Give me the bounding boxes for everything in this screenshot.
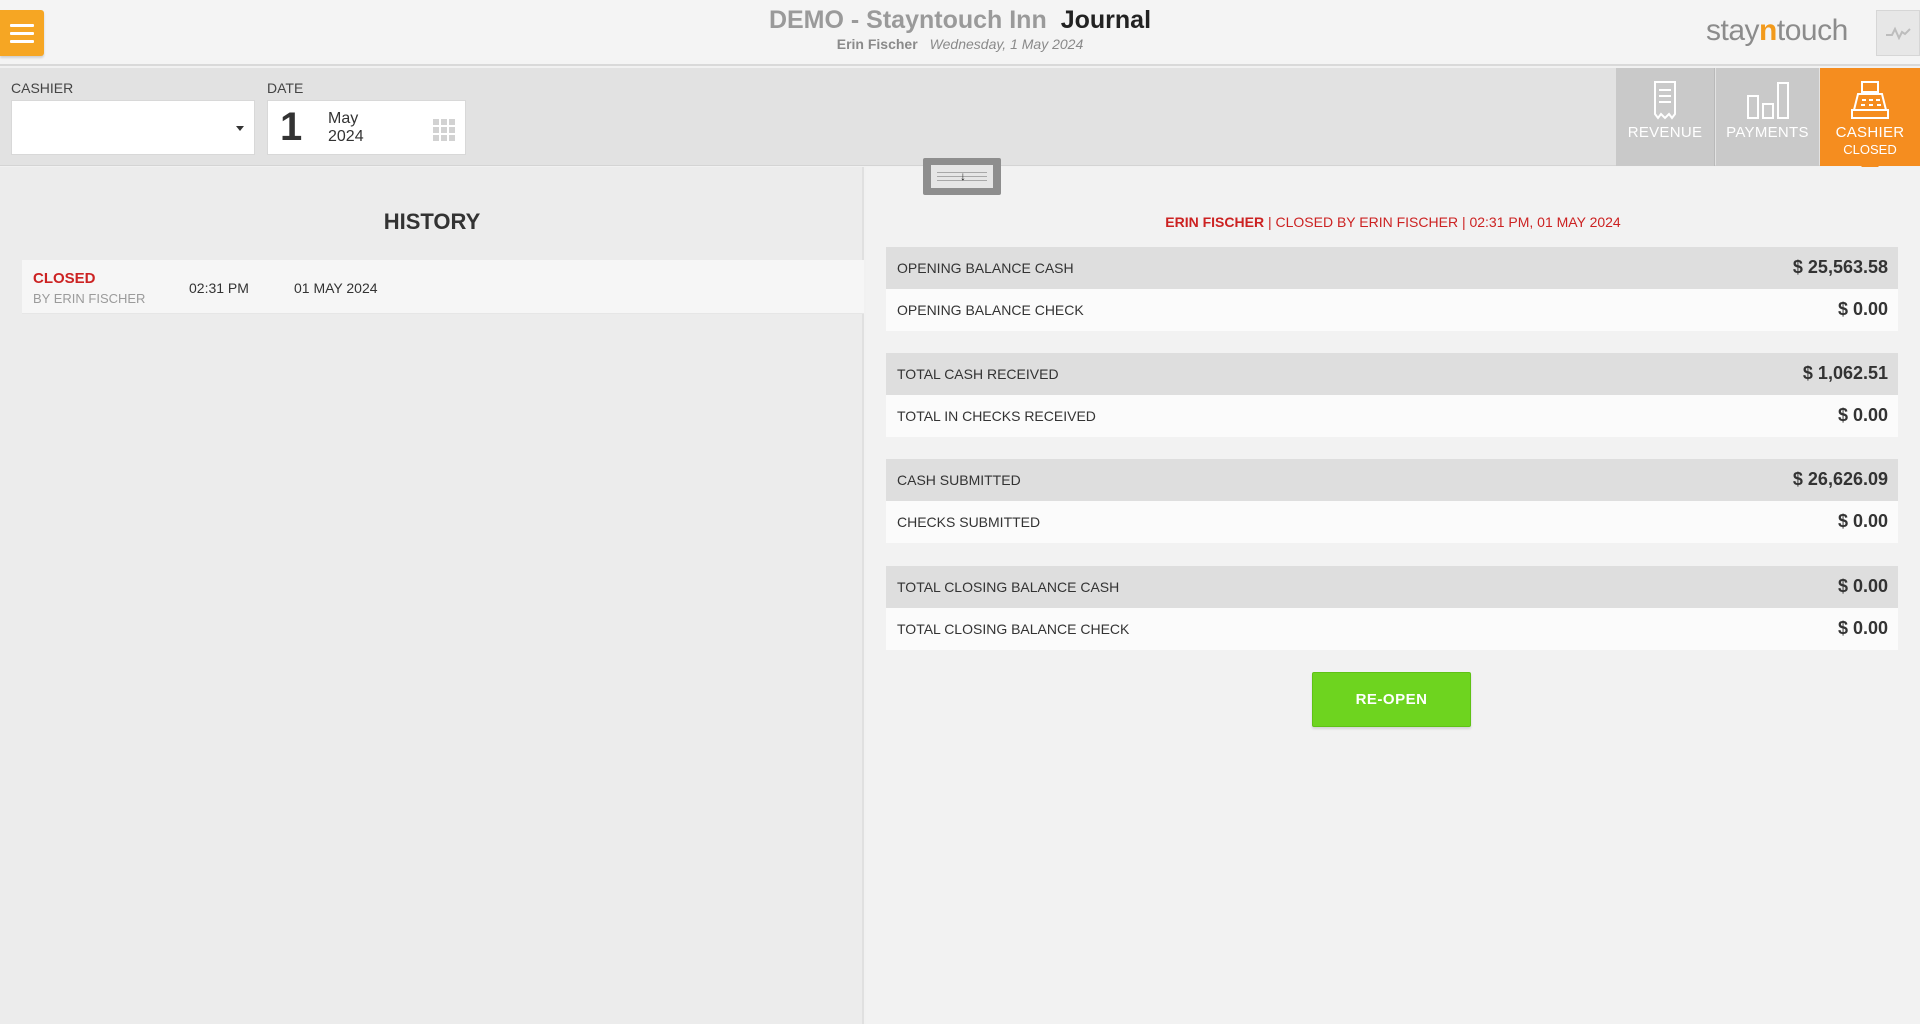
balance-label: TOTAL CLOSING BALANCE CHECK (897, 621, 1130, 637)
balance-label: CHECKS SUBMITTED (897, 514, 1041, 530)
balance-row-checks-submitted: CHECKS SUBMITTED $ 0.00 (886, 501, 1898, 543)
toolbar: CASHIER DATE 1 May 2024 REVENUE PAYMENTS… (0, 68, 1920, 166)
balance-row-cash-submitted: CASH SUBMITTED $ 26,626.09 (886, 459, 1898, 501)
activity-button[interactable] (1876, 10, 1920, 56)
panel-toggle-handle[interactable]: ↓ (923, 158, 1001, 195)
receipt-icon (1654, 81, 1676, 120)
balance-value: $ 0.00 (1837, 299, 1888, 319)
pulse-icon (1886, 26, 1911, 40)
balance-label: TOTAL CLOSING BALANCE CASH (897, 579, 1120, 595)
calendar-grid-icon (433, 119, 455, 141)
drag-handle-icon: ↓ (931, 165, 993, 188)
tab-cashier-label: CASHIER (1835, 124, 1905, 141)
balance-label: TOTAL IN CHECKS RECEIVED (897, 408, 1096, 424)
balance-value: $ 0.00 (1837, 405, 1888, 425)
cash-register-icon (1851, 81, 1889, 119)
balance-row-closing-check: TOTAL CLOSING BALANCE CHECK $ 0.00 (886, 608, 1898, 650)
balance-value: $ 25,563.58 (1792, 257, 1888, 277)
cashier-select[interactable] (11, 100, 255, 155)
hotel-name: DEMO - Stayntouch Inn (768, 6, 1047, 34)
tab-payments-label: PAYMENTS (1726, 124, 1809, 141)
balance-label: OPENING BALANCE CHECK (897, 302, 1084, 318)
balance-label: TOTAL CASH RECEIVED (897, 366, 1059, 382)
balance-row-opening-cash: OPENING BALANCE CASH $ 25,563.58 (886, 247, 1898, 289)
balance-value: $ 0.00 (1837, 576, 1888, 596)
history-time: 02:31 PM (189, 280, 249, 296)
date-month: May (328, 110, 359, 127)
history-status: CLOSED (33, 270, 96, 287)
closed-by-info: ERIN FISCHER | CLOSED BY ERIN FISCHER | … (866, 214, 1920, 230)
tab-cashier-status: CLOSED (1843, 142, 1897, 157)
balance-value: $ 0.00 (1837, 618, 1888, 638)
date-label: DATE (267, 80, 304, 96)
closed-by-details: | CLOSED BY ERIN FISCHER | 02:31 PM, 01 … (1264, 214, 1621, 230)
history-entry[interactable]: CLOSED BY ERIN FISCHER 02:31 PM 01 MAY 2… (22, 260, 864, 314)
history-closed-by: BY ERIN FISCHER (33, 291, 146, 306)
history-date: 01 MAY 2024 (294, 280, 378, 296)
balance-value: $ 0.00 (1837, 511, 1888, 531)
balance-row-closing-cash: TOTAL CLOSING BALANCE CASH $ 0.00 (886, 566, 1898, 608)
balance-label: CASH SUBMITTED (897, 472, 1021, 488)
balance-row-opening-check: OPENING BALANCE CHECK $ 0.00 (886, 289, 1898, 331)
balance-label: OPENING BALANCE CASH (897, 260, 1074, 276)
tab-revenue-label: REVENUE (1627, 124, 1703, 141)
balance-row-cash-received: TOTAL CASH RECEIVED $ 1,062.51 (886, 353, 1898, 395)
top-header: DEMO - Stayntouch Inn Journal Erin Fische… (0, 0, 1920, 66)
balance-value: $ 1,062.51 (1802, 363, 1888, 383)
stayntouch-logo: stayntouch (1706, 14, 1848, 47)
bar-chart-icon (1746, 82, 1789, 119)
tab-payments[interactable]: PAYMENTS (1716, 68, 1819, 166)
history-panel: HISTORY CLOSED BY ERIN FISCHER 02:31 PM … (0, 167, 864, 1024)
cashier-label: CASHIER (11, 80, 74, 96)
closed-by-name: ERIN FISCHER (1165, 214, 1265, 230)
page-title-block: DEMO - Stayntouch Inn Journal Erin Fische… (0, 6, 1920, 52)
tab-cashier[interactable]: CASHIER CLOSED (1820, 68, 1920, 166)
balance-value: $ 26,626.09 (1792, 469, 1888, 489)
tab-revenue[interactable]: REVENUE (1616, 68, 1715, 166)
page-title: Journal (1060, 6, 1152, 34)
date-picker[interactable]: 1 May 2024 (267, 100, 466, 155)
history-title: HISTORY (383, 209, 481, 234)
user-name: Erin Fischer (836, 36, 918, 52)
reopen-button[interactable]: RE-OPEN (1312, 672, 1471, 727)
business-date: Wednesday, 1 May 2024 (929, 36, 1084, 52)
date-year: 2024 (328, 128, 364, 145)
date-day: 1 (280, 105, 303, 149)
dropdown-caret-icon (236, 126, 244, 131)
balance-row-checks-received: TOTAL IN CHECKS RECEIVED $ 0.00 (886, 395, 1898, 437)
